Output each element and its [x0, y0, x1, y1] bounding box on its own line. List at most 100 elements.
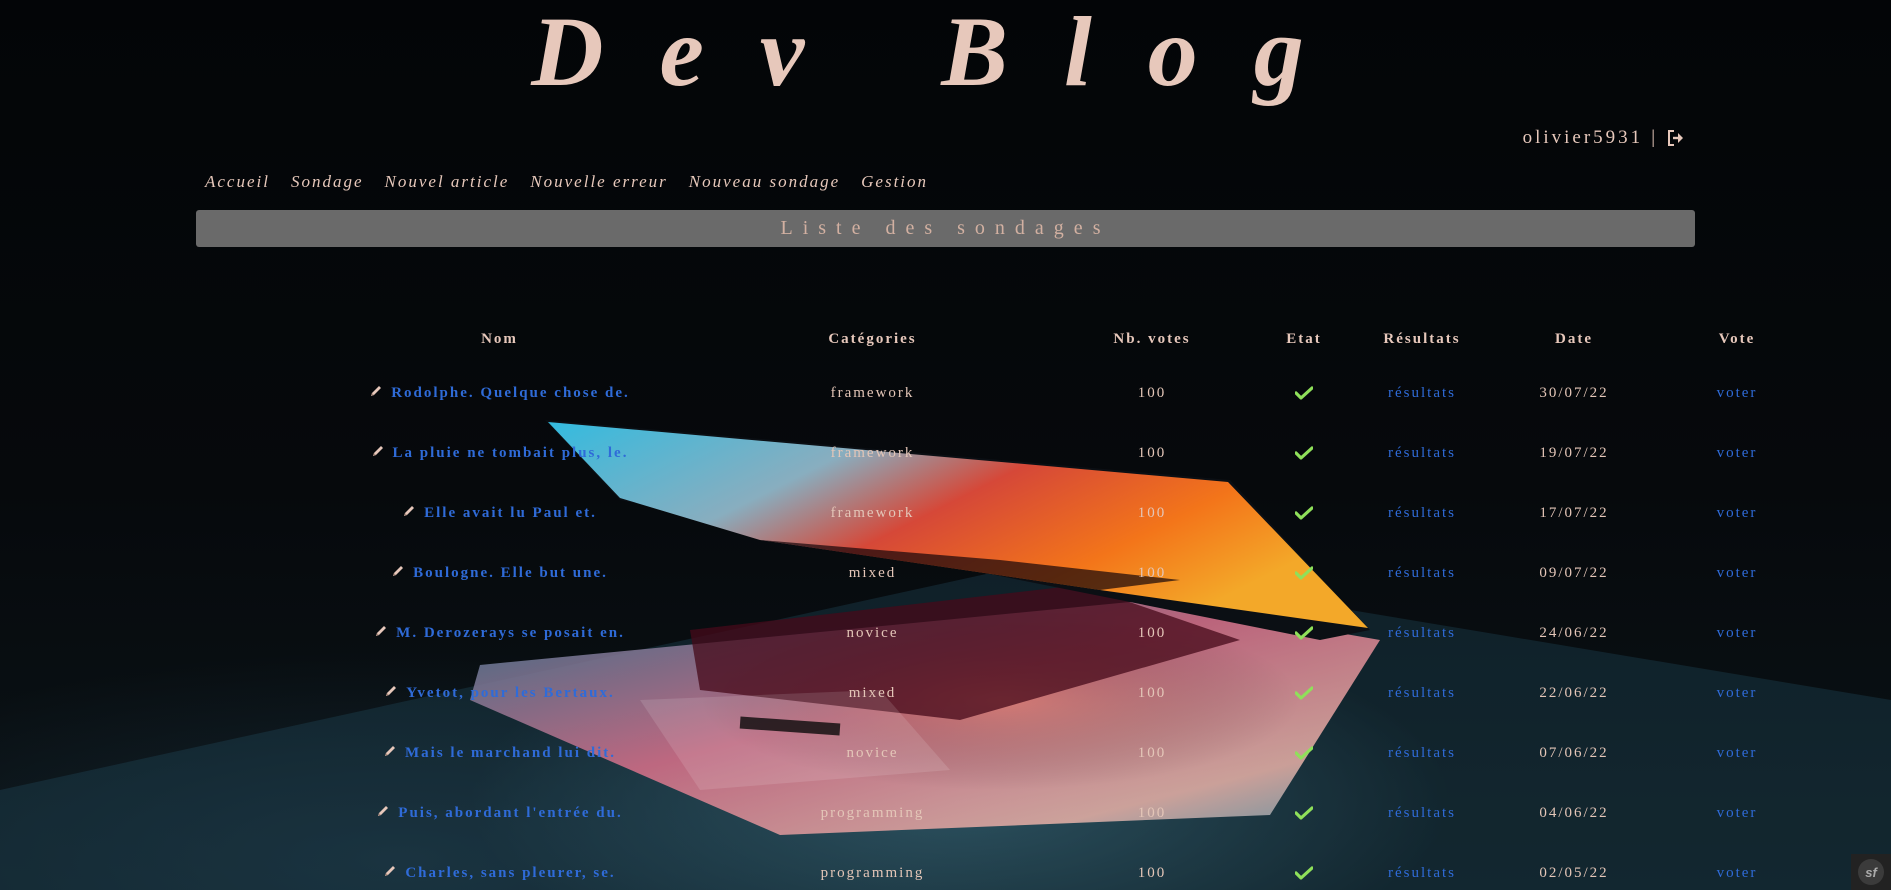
check-icon	[1294, 506, 1314, 520]
sign-out-icon[interactable]	[1666, 129, 1686, 147]
username[interactable]: olivier5931	[1523, 127, 1644, 149]
pencil-icon[interactable]	[369, 384, 383, 398]
poll-vote-count: 100	[1137, 864, 1167, 881]
user-box: olivier5931 |	[1523, 127, 1686, 149]
pencil-icon[interactable]	[376, 804, 390, 818]
vote-link[interactable]: voter	[1717, 685, 1758, 701]
header-date: Date	[1555, 330, 1593, 347]
header-etat: Etat	[1286, 330, 1322, 347]
table-row: Rodolphe. Quelque chose de. framework 100 r…	[313, 363, 1807, 423]
table-row: Yvetot, pour les Bertaux. mixed 100 résulta…	[313, 663, 1807, 723]
nav-nouvelle-erreur[interactable]: Nouvelle erreur	[530, 172, 667, 192]
poll-date: 19/07/22	[1539, 444, 1609, 461]
poll-vote-count: 100	[1137, 384, 1167, 401]
table-row: Mais le marchand lui dit. novice 100 résult…	[313, 723, 1807, 783]
header-nom: Nom	[481, 330, 518, 347]
table-row: M. Derozerays se posait en. novice 100 résu…	[313, 603, 1807, 663]
nav-nouveau-sondage[interactable]: Nouveau sondage	[689, 172, 840, 192]
poll-vote-cell: voter	[1667, 663, 1807, 723]
symfony-toolbar-button[interactable]: sf	[1851, 854, 1891, 890]
vote-link[interactable]: voter	[1717, 445, 1758, 461]
poll-name-link[interactable]: Yvetot, pour les Bertaux.	[406, 685, 614, 701]
poll-vote-cell: voter	[1667, 543, 1807, 603]
check-icon	[1294, 686, 1314, 700]
page-title-banner: Liste des sondages	[196, 210, 1695, 247]
results-link[interactable]: résultats	[1388, 625, 1456, 641]
poll-category: framework	[830, 384, 915, 401]
vote-link[interactable]: voter	[1717, 745, 1758, 761]
poll-name-link[interactable]: Mais le marchand lui dit.	[405, 745, 616, 761]
poll-results-cell: résultats	[1363, 483, 1481, 543]
poll-state-cell	[1245, 723, 1363, 783]
poll-name-link[interactable]: Charles, sans pleurer, se.	[405, 865, 615, 881]
poll-category: framework	[830, 504, 915, 521]
results-link[interactable]: résultats	[1388, 565, 1456, 581]
poll-name-cell: Mais le marchand lui dit.	[313, 723, 686, 783]
poll-vote-count: 100	[1137, 804, 1167, 821]
poll-vote-count: 100	[1137, 504, 1167, 521]
poll-date: 17/07/22	[1539, 504, 1609, 521]
nav-gestion[interactable]: Gestion	[861, 172, 928, 192]
poll-name-link[interactable]: Elle avait lu Paul et.	[424, 505, 597, 521]
vote-link[interactable]: voter	[1717, 565, 1758, 581]
poll-name-link[interactable]: Puis, abordant l'entrée du.	[398, 805, 622, 821]
poll-name-link[interactable]: Rodolphe. Quelque chose de.	[391, 385, 630, 401]
vote-link[interactable]: voter	[1717, 805, 1758, 821]
poll-name-cell: Boulogne. Elle but une.	[313, 543, 686, 603]
poll-vote-cell: voter	[1667, 603, 1807, 663]
nav-sondage[interactable]: Sondage	[291, 172, 364, 192]
poll-name-link[interactable]: Boulogne. Elle but une.	[413, 565, 608, 581]
nav-accueil[interactable]: Accueil	[205, 172, 270, 192]
table-body: Rodolphe. Quelque chose de. framework 100 r…	[313, 363, 1807, 890]
table-row: Boulogne. Elle but une. mixed 100 résultats…	[313, 543, 1807, 603]
vote-link[interactable]: voter	[1717, 505, 1758, 521]
poll-state-cell	[1245, 663, 1363, 723]
user-separator: |	[1651, 127, 1658, 148]
pencil-icon[interactable]	[402, 504, 416, 518]
poll-category: mixed	[848, 564, 897, 581]
poll-results-cell: résultats	[1363, 363, 1481, 423]
check-icon	[1294, 566, 1314, 580]
poll-name-link[interactable]: M. Derozerays se posait en.	[396, 625, 625, 641]
poll-state-cell	[1245, 363, 1363, 423]
header-resultats: Résultats	[1383, 330, 1461, 347]
check-icon	[1294, 626, 1314, 640]
check-icon	[1294, 866, 1314, 880]
pencil-icon[interactable]	[391, 564, 405, 578]
site-title: Dev Blog	[531, 0, 1360, 107]
poll-vote-cell: voter	[1667, 423, 1807, 483]
vote-link[interactable]: voter	[1717, 625, 1758, 641]
poll-date: 07/06/22	[1539, 744, 1609, 761]
poll-vote-cell: voter	[1667, 363, 1807, 423]
poll-category: programming	[820, 864, 925, 881]
page-title: Liste des sondages	[780, 217, 1111, 239]
pencil-icon[interactable]	[383, 864, 397, 878]
nav-nouvel-article[interactable]: Nouvel article	[385, 172, 510, 192]
vote-link[interactable]: voter	[1717, 385, 1758, 401]
results-link[interactable]: résultats	[1388, 685, 1456, 701]
check-icon	[1294, 806, 1314, 820]
vote-link[interactable]: voter	[1717, 865, 1758, 881]
results-link[interactable]: résultats	[1388, 445, 1456, 461]
poll-category: programming	[820, 804, 925, 821]
results-link[interactable]: résultats	[1388, 865, 1456, 881]
poll-date: 02/05/22	[1539, 864, 1609, 881]
check-icon	[1294, 386, 1314, 400]
poll-category: framework	[830, 444, 915, 461]
poll-name-link[interactable]: La pluie ne tombait plus, le.	[393, 445, 629, 461]
poll-state-cell	[1245, 783, 1363, 843]
table-row: Elle avait lu Paul et. framework 100 résult…	[313, 483, 1807, 543]
poll-vote-cell: voter	[1667, 843, 1807, 890]
symfony-logo-icon: sf	[1858, 859, 1884, 885]
pencil-icon[interactable]	[371, 444, 385, 458]
poll-results-cell: résultats	[1363, 603, 1481, 663]
pencil-icon[interactable]	[383, 744, 397, 758]
pencil-icon[interactable]	[384, 684, 398, 698]
pencil-icon[interactable]	[374, 624, 388, 638]
poll-name-cell: Elle avait lu Paul et.	[313, 483, 686, 543]
results-link[interactable]: résultats	[1388, 745, 1456, 761]
results-link[interactable]: résultats	[1388, 505, 1456, 521]
results-link[interactable]: résultats	[1388, 385, 1456, 401]
results-link[interactable]: résultats	[1388, 805, 1456, 821]
table-header-row: Nom Catégories Nb. votes Etat Résultats Date V…	[313, 315, 1807, 363]
